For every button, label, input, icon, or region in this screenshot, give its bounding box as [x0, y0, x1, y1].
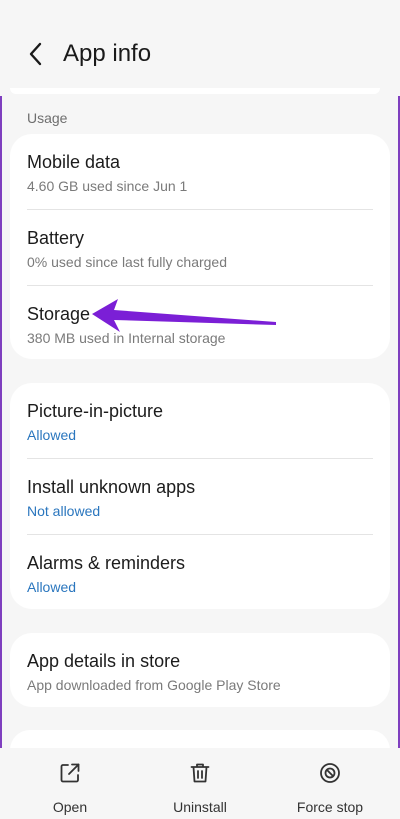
back-button[interactable] [18, 36, 54, 72]
open-label: Open [52, 799, 88, 815]
uninstall-label: Uninstall [173, 799, 227, 815]
battery-item[interactable]: Battery 0% used since last fully charged [27, 226, 373, 271]
mobile-data-item[interactable]: Mobile data 4.60 GB used since Jun 1 [27, 150, 373, 195]
section-label-usage: Usage [27, 110, 68, 126]
app-bar: App info [0, 0, 400, 96]
install-unknown-apps-item[interactable]: Install unknown apps Not allowed [27, 475, 373, 520]
item-title: Alarms & reminders [27, 553, 186, 573]
open-button[interactable]: Open [10, 760, 130, 815]
divider [27, 285, 373, 286]
status-label: Allowed [27, 427, 77, 443]
permissions-card: Picture-in-picture Allowed Install unkno… [10, 383, 390, 609]
annotation-arrow-icon [92, 299, 276, 332]
alarms-reminders-item[interactable]: Alarms & reminders Allowed [27, 551, 373, 596]
store-card: App details in store App downloaded from… [10, 633, 390, 707]
item-subtitle: 0% used since last fully charged [27, 254, 227, 270]
app-details-in-store-item[interactable]: App details in store App downloaded from… [27, 649, 373, 694]
block-icon [317, 760, 343, 786]
force-stop-label: Force stop [296, 799, 364, 815]
status-label: Not allowed [27, 503, 101, 519]
item-title: Install unknown apps [27, 477, 196, 497]
item-title: Mobile data [27, 152, 121, 172]
divider [27, 458, 373, 459]
screenshot-frame-left [0, 0, 2, 819]
status-label: Allowed [27, 579, 77, 595]
chevron-left-icon [29, 42, 42, 66]
card-edge [10, 88, 380, 94]
item-title: Battery [27, 228, 85, 248]
item-title: Picture-in-picture [27, 401, 164, 421]
divider [27, 534, 373, 535]
bottom-action-bar: Open Uninstall Force stop [0, 748, 400, 819]
open-external-icon [57, 760, 83, 786]
page-title: App info [63, 40, 152, 67]
item-subtitle: 4.60 GB used since Jun 1 [27, 178, 188, 194]
item-subtitle: App downloaded from Google Play Store [27, 677, 281, 693]
divider [27, 209, 373, 210]
item-title: App details in store [27, 651, 181, 671]
picture-in-picture-item[interactable]: Picture-in-picture Allowed [27, 399, 373, 444]
trash-icon [187, 760, 213, 786]
uninstall-button[interactable]: Uninstall [140, 760, 260, 815]
force-stop-button[interactable]: Force stop [270, 760, 390, 815]
